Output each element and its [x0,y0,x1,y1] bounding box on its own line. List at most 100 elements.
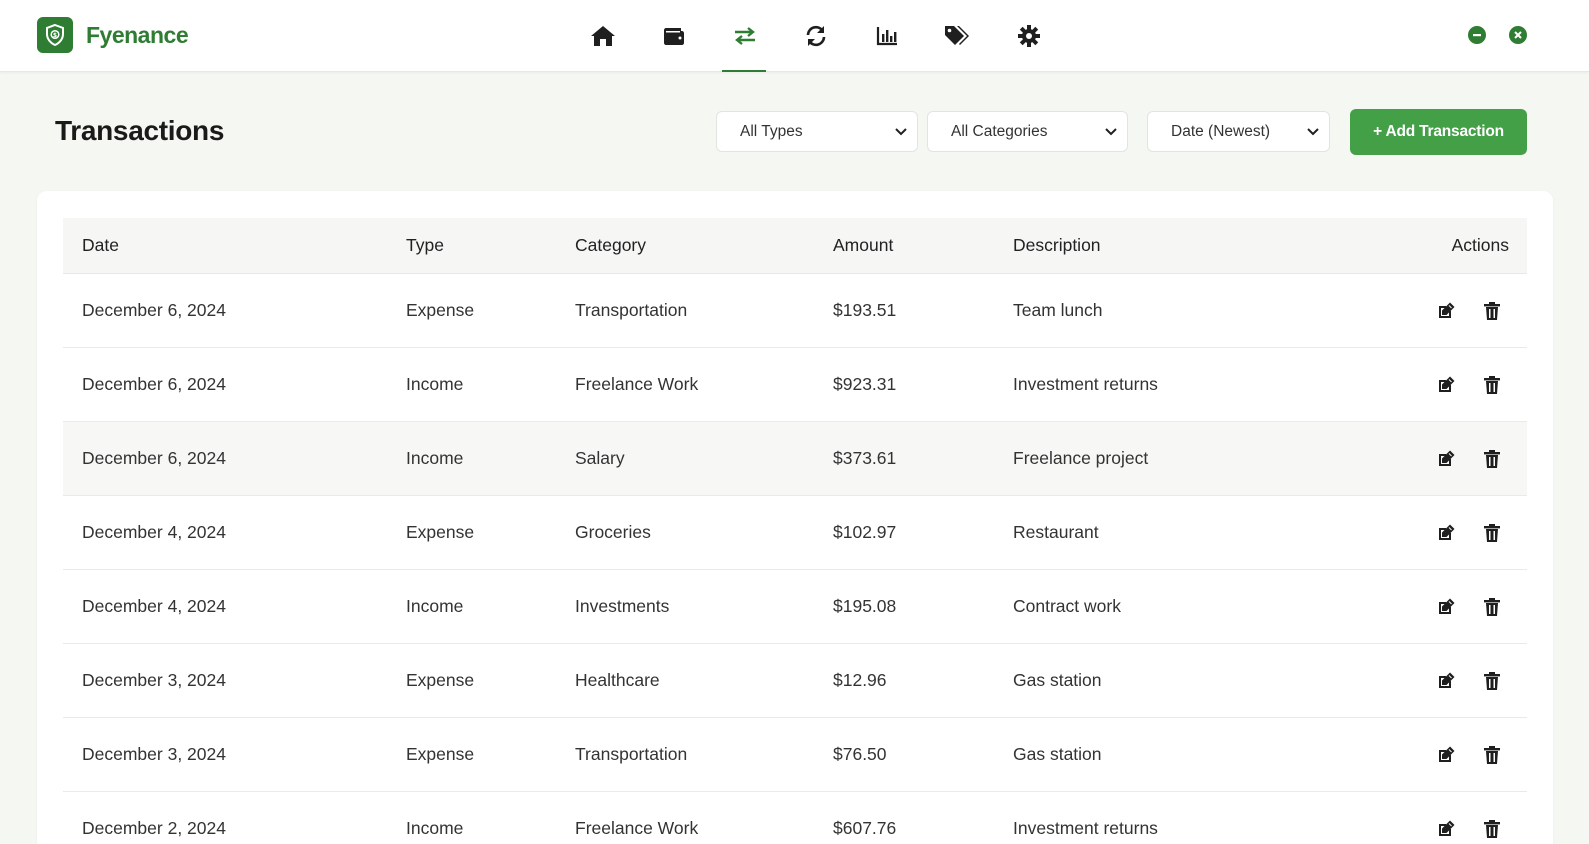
cell-date: December 4, 2024 [82,522,226,542]
nav-home[interactable] [567,0,638,72]
cell-date: December 6, 2024 [82,448,226,468]
table-body: December 6, 2024 Expense Transportation $19… [63,274,1527,844]
edit-icon[interactable] [1435,744,1457,766]
add-transaction-button[interactable]: + Add Transaction [1350,109,1527,155]
cell-description: Investment returns [1013,818,1158,838]
chevron-down-icon [1307,127,1319,135]
category-filter-select[interactable]: All Categories [927,111,1128,152]
sort-select[interactable]: Date (Newest) [1147,111,1330,152]
edit-icon[interactable] [1435,522,1457,544]
chevron-down-icon [895,127,907,135]
cell-category: Freelance Work [575,374,699,394]
table-row[interactable]: December 4, 2024 Income Investments $195.08… [63,570,1527,644]
cell-date: December 3, 2024 [82,744,226,764]
minimize-button[interactable] [1468,26,1486,44]
top-bar: $ Fyenance [0,0,1589,72]
svg-text:$: $ [53,32,57,39]
edit-icon[interactable] [1435,300,1457,322]
table-row[interactable]: December 3, 2024 Expense Healthcare $12.96 G… [63,644,1527,718]
header-category[interactable]: Category [575,235,646,256]
cell-type: Expense [406,670,475,690]
table-row[interactable]: December 6, 2024 Expense Transportation $19… [63,274,1527,348]
cell-date: December 2, 2024 [82,818,226,838]
header-type[interactable]: Type [406,235,444,256]
trash-icon[interactable] [1481,818,1503,840]
edit-icon[interactable] [1435,448,1457,470]
cell-amount: $193.51 [833,300,897,320]
header-amount[interactable]: Amount [833,235,893,256]
cell-category: Healthcare [575,670,660,690]
chevron-down-icon [1105,127,1117,135]
main-nav [567,0,1064,72]
type-filter-select[interactable]: All Types [716,111,918,152]
app-name: Fyenance [86,21,189,48]
transactions-table: Date Type Category Amount Description Ac… [63,218,1527,844]
category-filter-value: All Categories [951,122,1048,140]
nav-reports[interactable] [851,0,922,72]
cell-description: Gas station [1013,670,1102,690]
cell-type: Expense [406,300,475,320]
cell-category: Freelance Work [575,818,699,838]
table-row[interactable]: December 2, 2024 Income Freelance Work $607… [63,792,1527,844]
wallet-icon [663,28,684,45]
header-actions: Actions [1451,235,1509,255]
cell-type: Income [406,374,464,394]
row-actions [1435,348,1503,421]
header-description[interactable]: Description [1013,235,1101,256]
gear-icon [1017,25,1040,47]
cell-amount: $923.31 [833,374,897,394]
edit-icon[interactable] [1435,374,1457,396]
row-actions [1435,496,1503,569]
cell-description: Investment returns [1013,374,1158,394]
trash-icon[interactable] [1481,448,1503,470]
tags-icon [944,26,969,45]
cell-category: Groceries [575,522,651,542]
close-button[interactable] [1509,26,1527,44]
cell-type: Income [406,596,464,616]
nav-recurring[interactable] [780,0,851,72]
trash-icon[interactable] [1481,596,1503,618]
trash-icon[interactable] [1481,300,1503,322]
cell-date: December 4, 2024 [82,596,226,616]
table-row[interactable]: December 6, 2024 Income Salary $373.61 Freel… [63,422,1527,496]
header-date[interactable]: Date [82,235,119,256]
edit-icon[interactable] [1435,670,1457,692]
table-row[interactable]: December 4, 2024 Expense Groceries $102.97 R… [63,496,1527,570]
cell-category: Salary [575,448,625,468]
cell-description: Restaurant [1013,522,1099,542]
cell-amount: $195.08 [833,596,897,616]
page-title: Transactions [55,115,225,146]
cell-type: Income [406,818,464,838]
edit-icon[interactable] [1435,596,1457,618]
cell-amount: $76.50 [833,744,887,764]
shield-logo-icon: $ [37,17,73,53]
close-icon [1514,31,1522,39]
row-actions [1435,718,1503,791]
home-icon [590,26,615,46]
sync-icon [806,25,825,47]
bar-chart-icon [876,27,897,46]
trash-icon[interactable] [1481,744,1503,766]
filter-bar: All Types All Categories Date (Newest) [716,111,1330,152]
nav-wallet[interactable] [638,0,709,72]
cell-type: Expense [406,522,475,542]
table-row[interactable]: December 6, 2024 Income Freelance Work $923… [63,348,1527,422]
window-controls [1468,26,1527,44]
nav-transactions[interactable] [709,0,780,72]
trash-icon[interactable] [1481,670,1503,692]
edit-icon[interactable] [1435,818,1457,840]
cell-date: December 6, 2024 [82,300,226,320]
trash-icon[interactable] [1481,522,1503,544]
cell-amount: $12.96 [833,670,887,690]
cell-amount: $373.61 [833,448,897,468]
trash-icon[interactable] [1481,374,1503,396]
table-row[interactable]: December 3, 2024 Expense Transportation $76… [63,718,1527,792]
cell-category: Investments [575,596,670,616]
cell-date: December 3, 2024 [82,670,226,690]
row-actions [1435,570,1503,643]
nav-categories[interactable] [922,0,993,72]
nav-settings[interactable] [993,0,1064,72]
cell-amount: $102.97 [833,522,897,542]
brand[interactable]: $ Fyenance [37,17,189,53]
cell-category: Transportation [575,300,688,320]
